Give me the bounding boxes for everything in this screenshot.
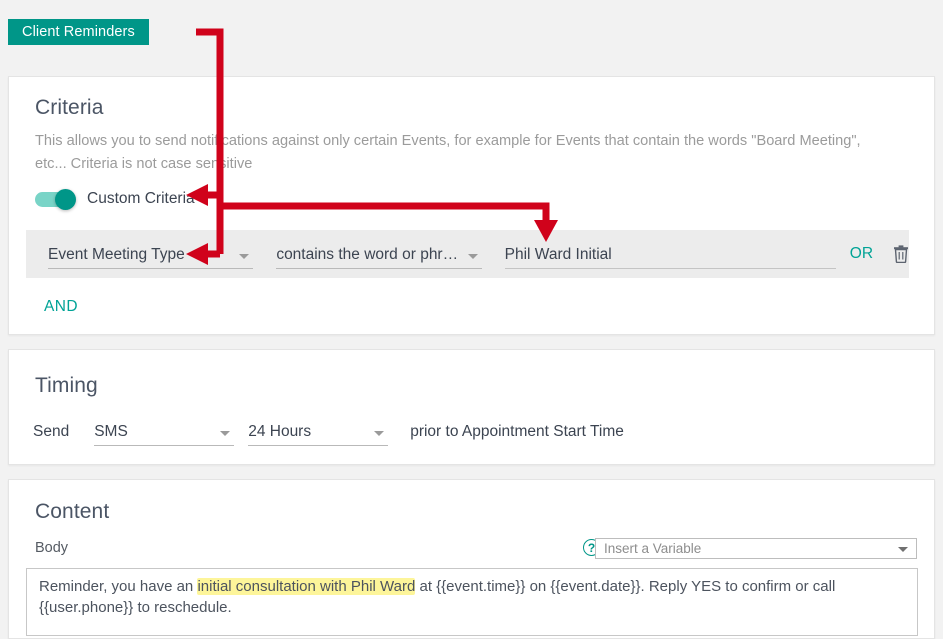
tab-bar: Client Reminders [0,0,943,62]
custom-criteria-toggle-row[interactable]: Custom Criteria [35,187,195,211]
criteria-operator-value: contains the word or phr… [276,246,459,263]
insert-variable-placeholder: Insert a Variable [604,541,702,556]
criteria-card: Criteria This allows you to send notific… [8,76,935,335]
criteria-description: This allows you to send notifications ag… [35,133,861,172]
lead-time-select[interactable]: 24 Hours [248,416,389,446]
and-link[interactable]: AND [44,298,78,316]
or-link[interactable]: OR [850,245,873,263]
body-textarea[interactable]: Reminder, you have an initial consultati… [26,568,918,636]
criteria-field-value: Event Meeting Type [48,246,185,263]
criteria-row: Event Meeting Type contains the word or … [26,230,909,278]
chevron-down-icon [467,254,478,259]
timing-card: Timing Send SMS 24 Hours prior to Appoin… [8,349,935,465]
criteria-title: Criteria [35,96,104,119]
criteria-value-text: Phil Ward Initial [504,246,612,263]
body-text-highlight: initial consultation with Phil Ward [197,578,416,595]
criteria-field-select[interactable]: Event Meeting Type [48,239,254,269]
custom-criteria-label: Custom Criteria [87,190,195,207]
criteria-operator-select[interactable]: contains the word or phr… [276,239,482,269]
body-text: Reminder, you have an initial consultati… [39,576,907,618]
chevron-down-icon [898,547,908,552]
criteria-value-input[interactable]: Phil Ward Initial [504,239,836,269]
trash-icon[interactable] [893,245,909,264]
timing-title: Timing [35,374,98,397]
content-card: Content Body ? Insert a Variable Reminde… [8,479,935,639]
lead-time-value: 24 Hours [248,423,312,440]
chevron-down-icon [220,431,231,436]
custom-criteria-toggle[interactable] [35,188,76,210]
insert-variable-select[interactable]: Insert a Variable [595,538,917,559]
toggle-knob [55,188,76,210]
channel-select[interactable]: SMS [94,416,235,446]
tab-client-reminders[interactable]: Client Reminders [8,19,149,45]
body-text-before: Reminder, you have an [39,578,198,595]
chevron-down-icon [239,254,250,259]
timing-suffix-label: prior to Appointment Start Time [410,423,624,440]
body-label: Body [35,540,69,556]
timing-row: Send SMS 24 Hours prior to Appointment S… [33,414,624,446]
channel-value: SMS [94,423,128,440]
chevron-down-icon [374,431,385,436]
content-title: Content [35,500,110,523]
send-label: Send [33,423,70,440]
